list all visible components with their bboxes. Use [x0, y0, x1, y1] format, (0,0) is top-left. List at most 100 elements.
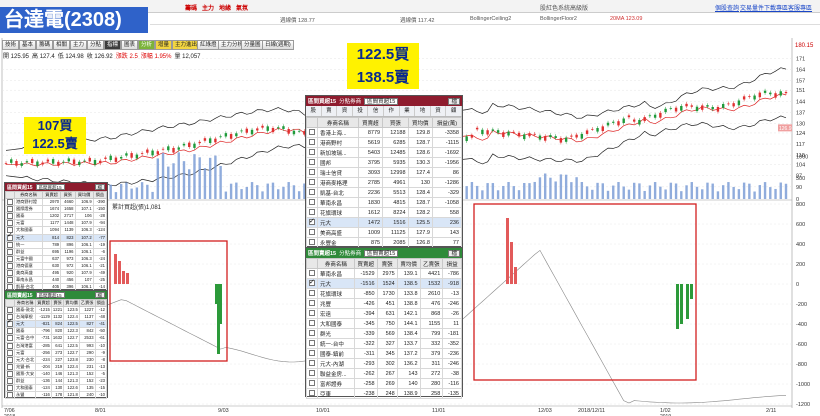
column-header[interactable]: 損益(萬)	[431, 117, 463, 128]
column-header[interactable]: 損益	[92, 191, 108, 199]
row-checkbox[interactable]	[309, 278, 315, 287]
row-checkbox-cell[interactable]	[5, 205, 15, 214]
row-checkbox[interactable]	[309, 239, 315, 246]
table-row[interactable]: 永豐金 875 2085 126.8 77	[306, 237, 463, 248]
row-checkbox[interactable]	[7, 213, 13, 220]
row-checkbox[interactable]	[7, 349, 13, 356]
row-checkbox[interactable]	[7, 319, 13, 328]
row-checkbox-cell[interactable]	[5, 355, 15, 364]
column-header[interactable]: 買賣超	[357, 117, 384, 128]
sell-ranking-panel[interactable]: 區間賣超15 分點券商 區間賣超15 檔 券商名稱 買賣超 賣張 賣均價 乙賣張 損益 華…	[305, 247, 463, 399]
row-checkbox-cell[interactable]	[5, 219, 15, 228]
table-row[interactable]: 元大14721516125.5236	[306, 217, 463, 228]
top-link-2[interactable]: 下載專區	[764, 3, 788, 12]
row-checkbox[interactable]	[7, 262, 13, 269]
table-row[interactable]: 瑞士信貸 3093 12998 127.4 86	[306, 167, 463, 178]
row-checkbox[interactable]	[309, 217, 315, 226]
row-checkbox-cell[interactable]	[306, 197, 318, 208]
row-checkbox[interactable]	[7, 307, 13, 313]
row-checkbox[interactable]	[7, 328, 13, 335]
row-checkbox-cell[interactable]	[306, 147, 318, 158]
small-buy-button[interactable]: 檔	[94, 184, 105, 190]
table-row[interactable]: 元富 1177 1448 107.9 -94	[5, 219, 108, 228]
row-checkbox-cell[interactable]	[306, 368, 318, 379]
small-sell-select[interactable]: 區間賣超15	[35, 292, 65, 298]
table-row[interactable]: 國泰-敦北 -1215 1221 123.5 1227 -12	[5, 305, 108, 315]
column-header[interactable]: 買均價	[407, 117, 433, 128]
row-checkbox-cell[interactable]	[306, 187, 318, 198]
buy-tab-1[interactable]: 賣	[322, 106, 338, 116]
row-checkbox[interactable]	[7, 270, 13, 277]
table-row[interactable]: 元大-內湖 -293 302 136.2 311 -246	[306, 358, 462, 369]
column-header[interactable]: 券商名稱	[14, 191, 43, 199]
row-checkbox-cell[interactable]	[5, 362, 15, 371]
row-checkbox-cell[interactable]	[5, 276, 15, 285]
buy-tab-8[interactable]: 資	[431, 106, 447, 116]
row-checkbox[interactable]	[309, 129, 315, 136]
row-checkbox-cell[interactable]	[306, 308, 318, 319]
row-checkbox[interactable]	[7, 248, 13, 255]
top-link-0[interactable]: 個股查詢	[715, 3, 739, 12]
table-row[interactable]: 新加坡瑞... 5403 12485 128.6 -1692	[306, 147, 463, 158]
row-checkbox[interactable]	[309, 290, 315, 297]
row-checkbox-cell[interactable]	[5, 334, 15, 343]
row-checkbox-cell[interactable]	[5, 197, 15, 207]
row-checkbox-cell[interactable]	[5, 341, 15, 350]
row-checkbox-cell[interactable]	[306, 348, 318, 359]
buy-tab-6[interactable]: 業	[400, 106, 416, 116]
buy-tab-9[interactable]: 顧	[446, 106, 462, 116]
table-row[interactable]: 港商野村證 2970 4660 106.9 -390	[5, 197, 108, 207]
buy-tab-0[interactable]: 股	[306, 106, 322, 116]
row-checkbox-cell[interactable]	[5, 327, 15, 336]
row-checkbox-cell[interactable]	[5, 212, 15, 221]
row-checkbox[interactable]	[7, 356, 13, 363]
menu-item-2[interactable]: 地緣	[219, 3, 231, 12]
sell-panel-button[interactable]: 檔	[448, 249, 460, 257]
row-checkbox-cell[interactable]	[5, 233, 15, 242]
row-checkbox-cell[interactable]	[5, 369, 15, 379]
buy-ranking-panel[interactable]: 區間買超15 分點券商 區間買超15 檔 股賣資投信作業地資顧 券商名稱 買賣超買…	[305, 95, 463, 248]
row-checkbox[interactable]	[309, 209, 315, 216]
row-checkbox-cell[interactable]	[306, 338, 318, 349]
row-checkbox[interactable]	[309, 320, 315, 327]
column-header[interactable]: 買賣超	[41, 191, 62, 199]
buy-tab-2[interactable]: 資	[337, 106, 353, 116]
row-checkbox-cell[interactable]	[306, 227, 318, 238]
table-row[interactable]: 元大-台北 -224 227 123.8 230 -8	[5, 355, 108, 364]
buy-period-select[interactable]: 區間買超15	[364, 97, 399, 105]
row-checkbox-cell[interactable]	[306, 137, 318, 148]
table-row[interactable]: 花旗環球 1612 8224 128.2 558	[306, 207, 463, 218]
small-sell-panel[interactable]: 區間賣超15 區間賣超15 檔 券商名稱 買賣超 賣張 賣均價 乙賣張 損益 國泰-敦北 -…	[4, 290, 108, 400]
small-buy-select[interactable]: 區間買超15	[35, 184, 65, 190]
row-checkbox-cell[interactable]	[5, 391, 15, 400]
table-row[interactable]: 華南永昌 440 456 107 -25	[5, 276, 108, 285]
column-header[interactable]: 賣均價	[63, 299, 80, 307]
row-checkbox-cell[interactable]	[5, 305, 15, 315]
row-checkbox[interactable]	[309, 169, 315, 176]
row-checkbox[interactable]	[309, 360, 315, 367]
small-sell-button[interactable]: 檔	[94, 292, 105, 298]
table-row[interactable]: 富邦證券 -258 269 140 280 -116	[306, 378, 462, 389]
row-checkbox-cell[interactable]	[306, 268, 318, 279]
row-checkbox[interactable]	[7, 233, 13, 241]
row-checkbox[interactable]	[309, 149, 315, 156]
table-row[interactable]: 元大814823107.2-77	[5, 233, 108, 242]
row-checkbox[interactable]	[7, 385, 13, 392]
table-row[interactable]: 香港上海... 8779 12188 129.8 -3358	[306, 127, 463, 138]
row-checkbox-cell[interactable]	[5, 240, 15, 249]
table-row[interactable]: 兆豐 -426 451 138.8 476 -246	[306, 298, 462, 309]
row-checkbox[interactable]	[309, 179, 315, 186]
row-checkbox[interactable]	[309, 330, 315, 337]
table-row[interactable]: 國際證券 1674 1658 107.1 -150	[5, 205, 108, 214]
row-checkbox[interactable]	[7, 378, 13, 385]
menu-item-1[interactable]: 主力	[202, 3, 214, 12]
table-row[interactable]: 美商高盛 495 920 107.9 -49	[5, 269, 108, 278]
row-checkbox[interactable]	[309, 370, 315, 377]
table-row[interactable]: 台灣港富 -285 641 122.5 993 -10	[5, 341, 108, 350]
table-row[interactable]: 元大-15161524138.51532-918	[306, 278, 462, 289]
top-link-1[interactable]: 交易量件	[740, 3, 764, 12]
row-checkbox-cell[interactable]	[306, 217, 318, 228]
row-checkbox-cell[interactable]	[306, 388, 318, 399]
table-row[interactable]: 國泰 -796 820 122.3 842 -50	[5, 327, 108, 336]
row-checkbox[interactable]	[309, 229, 315, 236]
